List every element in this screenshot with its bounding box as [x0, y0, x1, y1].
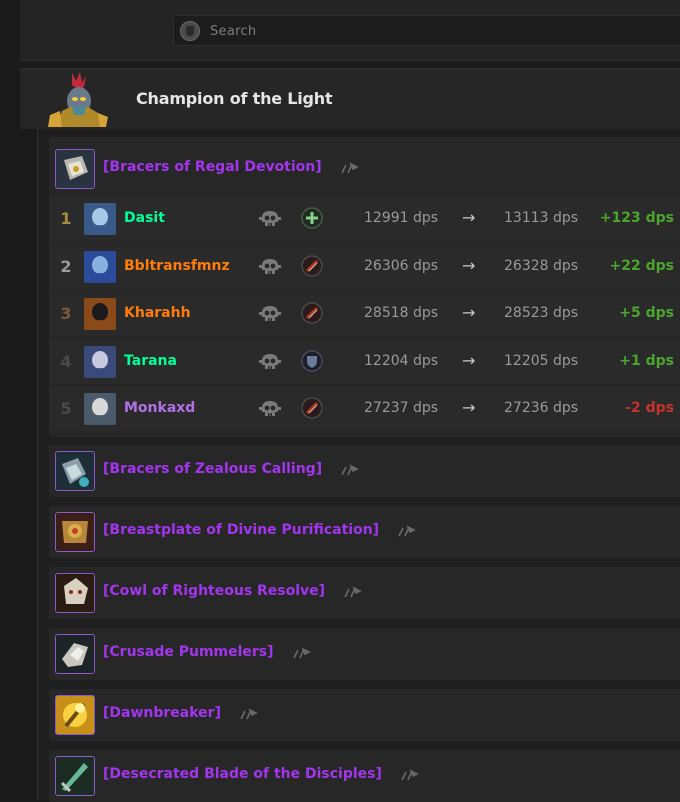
item-name[interactable]: [Dawnbreaker] [103, 705, 221, 721]
bracers-icon[interactable] [55, 451, 95, 491]
gauntlets-icon[interactable] [55, 634, 95, 674]
dps-after: 12205 dps [504, 352, 579, 369]
search-input[interactable] [208, 16, 680, 47]
spec-restoration-icon[interactable] [301, 207, 323, 229]
dawnbreaker-icon[interactable] [55, 695, 95, 735]
compare-icon[interactable] [342, 585, 364, 599]
site-logo-icon[interactable] [180, 21, 200, 41]
bracers-icon[interactable] [55, 149, 95, 189]
item-card-expanded: [Bracers of Regal Devotion] 1 Dasit 1299… [49, 137, 680, 437]
player-name[interactable]: Dasit [124, 210, 165, 226]
dps-delta: -2 dps [625, 400, 674, 416]
arrow-right-icon: → [462, 350, 476, 370]
player-avatar-icon[interactable] [84, 298, 116, 330]
item-name[interactable]: [Breastplate of Divine Purification] [103, 522, 379, 538]
dps-delta: +123 dps [599, 210, 674, 226]
top-bar [20, 0, 680, 61]
player-avatar-icon[interactable] [84, 393, 116, 425]
compare-icon[interactable] [399, 768, 421, 782]
dps-delta: +1 dps [619, 352, 674, 369]
item-card[interactable]: [Bracers of Zealous Calling] [49, 445, 680, 497]
item-card[interactable]: [Desecrated Blade of the Disciples] [49, 750, 680, 802]
skull-icon[interactable] [259, 304, 281, 324]
item-name[interactable]: [Bracers of Regal Devotion] [103, 159, 322, 175]
page-title: Champion of the Light [136, 89, 333, 108]
arrow-right-icon: → [462, 398, 476, 417]
spec-feral-icon[interactable] [301, 397, 323, 419]
cowl-icon[interactable] [55, 573, 95, 613]
player-avatar-icon[interactable] [84, 203, 116, 235]
ranking-row[interactable]: 4 Tarana 12204 dps → 12205 dps +1 dps [49, 339, 680, 384]
dps-before: 27237 dps [364, 400, 439, 416]
compare-icon[interactable] [339, 463, 361, 477]
player-name[interactable]: Kharahh [124, 305, 191, 321]
boss-header: Champion of the Light [20, 68, 680, 129]
compare-icon[interactable] [339, 161, 361, 175]
dps-after: 28523 dps [504, 305, 579, 321]
item-name[interactable]: [Bracers of Zealous Calling] [103, 461, 322, 477]
spec-feral-icon[interactable] [301, 302, 323, 324]
player-name[interactable]: Bbltransfmnz [124, 258, 230, 274]
dps-after: 13113 dps [504, 210, 579, 226]
ranking-row[interactable]: 3 Kharahh 28518 dps → 28523 dps +5 dps [49, 292, 680, 336]
item-card[interactable]: [Crusade Pummelers] [49, 628, 680, 680]
rank-number: 2 [60, 256, 72, 276]
item-card[interactable]: [Cowl of Righteous Resolve] [49, 567, 680, 619]
arrow-right-icon: → [462, 303, 476, 322]
player-avatar-icon[interactable] [84, 250, 116, 283]
dps-after: 26328 dps [504, 257, 579, 274]
player-name[interactable]: Monkaxd [124, 400, 195, 416]
compare-icon[interactable] [396, 524, 418, 538]
rank-number: 1 [60, 209, 72, 228]
skull-icon[interactable] [259, 352, 281, 372]
player-avatar-icon[interactable] [84, 345, 116, 378]
dps-after: 27236 dps [504, 400, 579, 416]
compare-icon[interactable] [238, 707, 260, 721]
skull-icon[interactable] [259, 399, 281, 419]
item-name[interactable]: [Cowl of Righteous Resolve] [103, 583, 325, 599]
player-name[interactable]: Tarana [124, 353, 177, 369]
spec-feral-icon[interactable] [301, 254, 323, 277]
rank-number: 3 [60, 304, 72, 323]
dps-before: 12991 dps [364, 210, 439, 226]
rank-number: 5 [60, 399, 72, 418]
ranking-row[interactable]: 1 Dasit 12991 dps → 13113 dps +123 dps [49, 197, 680, 241]
arrow-right-icon: → [462, 255, 476, 275]
ranking-row[interactable]: 5 Monkaxd 27237 dps → 27236 dps -2 dps [49, 387, 680, 431]
dps-before: 28518 dps [364, 305, 439, 321]
blade-icon[interactable] [55, 756, 95, 796]
item-card[interactable]: [Breastplate of Divine Purification] [49, 506, 680, 558]
dps-before: 26306 dps [364, 257, 439, 274]
item-name[interactable]: [Desecrated Blade of the Disciples] [103, 766, 382, 782]
item-name[interactable]: [Crusade Pummelers] [103, 644, 274, 660]
rank-number: 4 [60, 351, 72, 371]
breastplate-icon[interactable] [55, 512, 95, 552]
arrow-right-icon: → [462, 208, 476, 227]
dps-before: 12204 dps [364, 352, 439, 369]
skull-icon[interactable] [259, 257, 281, 277]
spec-protection-icon[interactable] [301, 349, 323, 372]
item-card[interactable]: [Dawnbreaker] [49, 689, 680, 741]
skull-icon[interactable] [259, 209, 281, 229]
dps-delta: +22 dps [609, 257, 674, 274]
dps-delta: +5 dps [619, 305, 674, 321]
item-list: [Bracers of Regal Devotion] 1 Dasit 1299… [37, 129, 680, 802]
compare-icon[interactable] [291, 646, 313, 660]
ranking-row[interactable]: 2 Bbltransfmnz 26306 dps → 26328 dps +22… [49, 244, 680, 289]
search-box[interactable] [173, 15, 680, 47]
boss-avatar-icon [42, 71, 108, 137]
